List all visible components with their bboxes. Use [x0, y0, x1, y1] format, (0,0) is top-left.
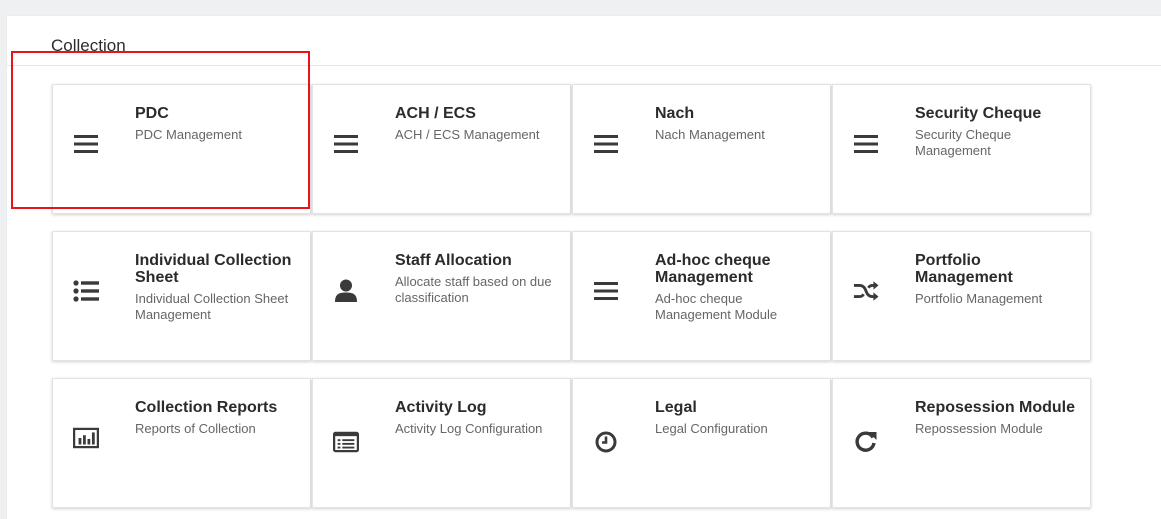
- bar-chart-icon: [73, 425, 99, 451]
- card-activity-log[interactable]: Activity Log Activity Log Configuration: [312, 378, 571, 508]
- card-title: Reposession Module: [915, 399, 1076, 416]
- card-pdc[interactable]: PDC PDC Management: [52, 84, 311, 214]
- card-description: PDC Management: [135, 127, 242, 142]
- card-title: Ad-hoc cheque Management: [655, 252, 771, 286]
- card-security-cheque[interactable]: Security Cheque Security Cheque Manageme…: [832, 84, 1091, 214]
- card-title: Legal: [655, 399, 697, 416]
- card-description: Reports of Collection: [135, 421, 256, 436]
- card-title: Staff Allocation: [395, 252, 512, 269]
- clock-icon: [593, 429, 619, 455]
- card-description: ACH / ECS Management: [395, 127, 540, 142]
- list-icon: [73, 278, 99, 304]
- card-adhoc-cheque-management[interactable]: Ad-hoc cheque Management Ad-hoc cheque M…: [572, 231, 831, 361]
- card-description: Nach Management: [655, 127, 765, 142]
- card-legal[interactable]: Legal Legal Configuration: [572, 378, 831, 508]
- refresh-icon: [853, 429, 879, 455]
- card-description: Allocate staff based on due classificati…: [395, 274, 552, 305]
- card-ach-ecs[interactable]: ACH / ECS ACH / ECS Management: [312, 84, 571, 214]
- card-title: Portfolio Management: [915, 252, 1013, 286]
- collection-panel: Collection PDC PDC Management ACH / ECS …: [7, 16, 1161, 519]
- card-title: Individual Collection Sheet: [135, 252, 292, 286]
- card-individual-collection-sheet[interactable]: Individual Collection Sheet Individual C…: [52, 231, 311, 361]
- menu-icon: [333, 131, 359, 157]
- card-description: Legal Configuration: [655, 421, 768, 436]
- menu-icon: [73, 131, 99, 157]
- card-title: Security Cheque: [915, 105, 1042, 122]
- card-description: Portfolio Management: [915, 291, 1043, 306]
- user-icon: [333, 278, 359, 304]
- card-staff-allocation[interactable]: Staff Allocation Allocate staff based on…: [312, 231, 571, 361]
- card-nach[interactable]: Nach Nach Management: [572, 84, 831, 214]
- shuffle-icon: [853, 278, 879, 304]
- menu-icon: [593, 278, 619, 304]
- card-description: Activity Log Configuration: [395, 421, 543, 436]
- section-title: Collection: [51, 36, 126, 55]
- list-alt-icon: [333, 429, 359, 455]
- card-reposession-module[interactable]: Reposession Module Repossession Module: [832, 378, 1091, 508]
- collection-card-grid: PDC PDC Management ACH / ECS ACH / ECS M…: [52, 84, 1092, 508]
- card-title: Activity Log: [395, 399, 487, 416]
- card-title: Nach: [655, 105, 695, 122]
- menu-icon: [853, 131, 879, 157]
- menu-icon: [593, 131, 619, 157]
- card-title: Collection Reports: [135, 399, 278, 416]
- card-description: Individual Collection Sheet Management: [135, 291, 289, 322]
- card-description: Ad-hoc cheque Management Module: [655, 291, 778, 322]
- card-description: Repossession Module: [915, 421, 1043, 436]
- card-title: ACH / ECS: [395, 105, 476, 122]
- card-portfolio-management[interactable]: Portfolio Management Portfolio Managemen…: [832, 231, 1091, 361]
- card-collection-reports[interactable]: Collection Reports Reports of Collection: [52, 378, 311, 508]
- card-description: Security Cheque Management: [915, 127, 1012, 158]
- card-title: PDC: [135, 105, 169, 122]
- section-divider: [7, 65, 1161, 66]
